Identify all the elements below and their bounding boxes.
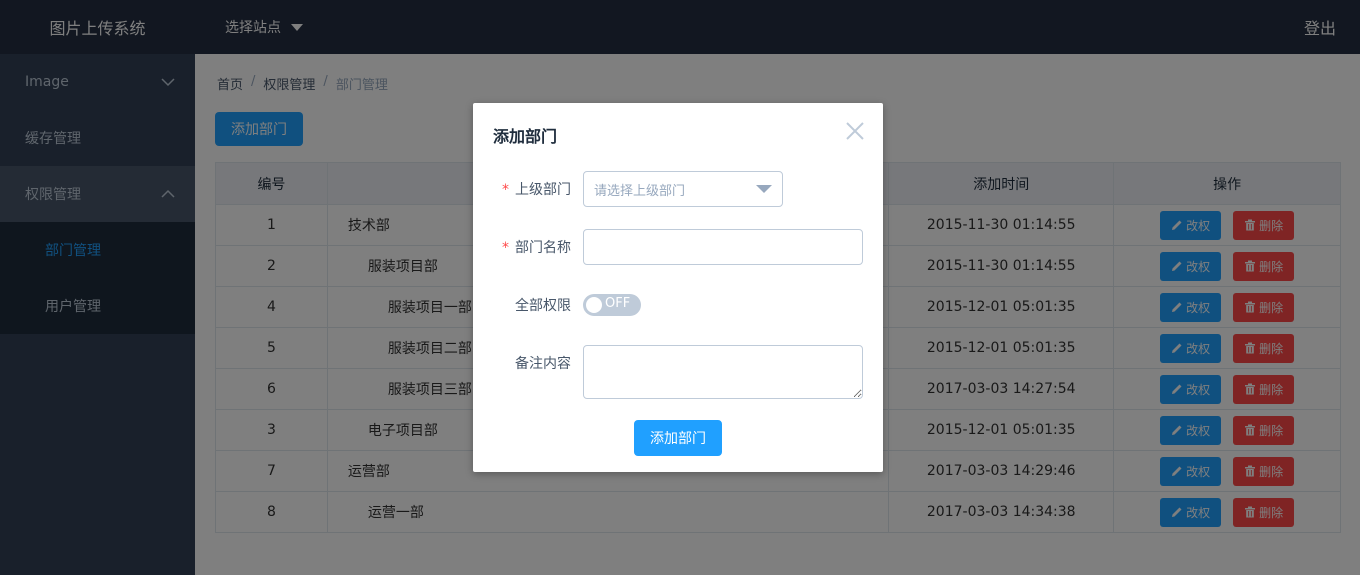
form-row-parent: * 上级部门 请选择上级部门	[473, 171, 883, 207]
required-mark: *	[502, 240, 509, 256]
parent-label-text: 上级部门	[515, 182, 571, 198]
form-row-all-permissions: 全部权限 OFF	[473, 294, 883, 316]
name-label: * 部门名称	[473, 237, 583, 257]
note-label: 备注内容	[515, 356, 571, 372]
required-mark: *	[502, 182, 509, 198]
dialog-submit-button[interactable]: 添加部门	[634, 420, 722, 456]
form-row-note: 备注内容	[473, 345, 883, 399]
form-row-name: * 部门名称	[473, 229, 883, 265]
parent-select-placeholder: 请选择上级部门	[594, 183, 686, 199]
all-permissions-toggle[interactable]: OFF	[583, 294, 641, 316]
note-textarea[interactable]	[583, 345, 863, 399]
parent-department-select[interactable]: 请选择上级部门	[583, 171, 783, 207]
toggle-text: OFF	[605, 296, 631, 311]
add-department-dialog: 添加部门 * 上级部门 请选择上级部门 * 部门名称 全部权限 OFF 备注内容 添…	[473, 103, 883, 472]
department-name-input[interactable]	[583, 229, 863, 265]
caret-down-icon	[756, 185, 772, 193]
toggle-knob	[586, 297, 602, 313]
name-label-text: 部门名称	[515, 240, 571, 256]
dialog-title: 添加部门	[493, 127, 558, 146]
close-icon[interactable]	[845, 121, 865, 141]
parent-label: * 上级部门	[473, 179, 583, 199]
all-perm-label: 全部权限	[515, 298, 571, 314]
